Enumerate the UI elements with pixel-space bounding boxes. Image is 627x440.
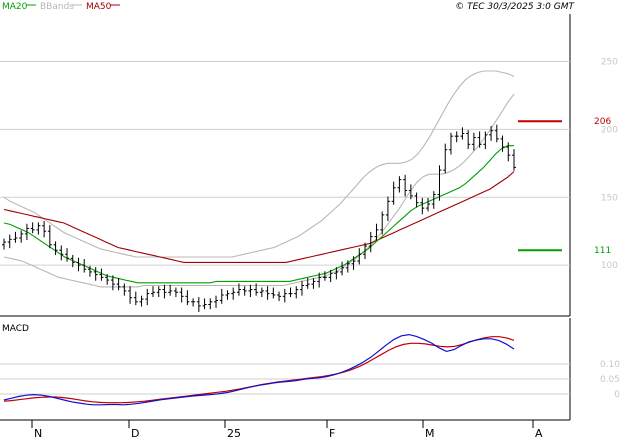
price-bar: [271, 287, 276, 299]
legend-ma20-label: MA20: [2, 2, 28, 12]
price-bar: [214, 295, 219, 308]
x-tick-label-1: D: [131, 427, 139, 440]
macd-y-tick-label-0: 0: [614, 390, 620, 400]
price-bar: [139, 295, 144, 307]
marker-label-1: 111: [594, 246, 611, 256]
price-bar: [65, 248, 70, 262]
price-bar: [185, 290, 190, 306]
price-bar: [225, 290, 230, 300]
main-gridlines: [0, 61, 570, 266]
legend-ma50-label: MA50: [86, 2, 112, 12]
price-bar: [311, 278, 316, 289]
price-bar: [116, 278, 121, 291]
y-tick-label-150: 150: [601, 193, 618, 203]
price-bar: [19, 230, 24, 243]
price-bar: [242, 286, 247, 296]
price-bar: [299, 280, 304, 296]
price-bar: [471, 132, 476, 151]
price-bar: [380, 211, 385, 235]
bollinger-bands: [3, 70, 515, 288]
copyright-text: © TEC 30/3/2025 3:0 GMT: [455, 2, 575, 12]
price-bar: [231, 287, 236, 300]
macd-y-tick-label-2: 0.10: [600, 360, 620, 370]
price-bar: [420, 197, 425, 215]
price-bar: [426, 197, 431, 212]
marker-label-0: 206: [594, 117, 611, 127]
moving-averages: [3, 145, 515, 284]
price-bar: [277, 291, 282, 302]
price-bar: [385, 196, 390, 222]
chart-legend: MA20 BBands MA50: [2, 2, 120, 12]
price-bar: [162, 284, 167, 299]
price-bar: [36, 222, 41, 235]
price-bar: [150, 286, 155, 298]
x-tick-label-3: F: [329, 427, 335, 440]
price-bar: [294, 286, 299, 299]
price-bar: [42, 221, 47, 238]
time-axis: N D 25 F M A: [31, 420, 543, 440]
price-bar: [454, 131, 459, 143]
price-bar: [443, 143, 448, 174]
x-tick-label-4: M: [425, 427, 435, 440]
price-bar: [506, 142, 511, 162]
price-bar: [288, 287, 293, 298]
price-bar: [466, 130, 471, 150]
price-bar: [30, 222, 35, 234]
price-bar: [494, 124, 499, 143]
x-tick-label-5: A: [535, 427, 543, 440]
price-bar: [259, 287, 264, 298]
price-bar: [47, 225, 52, 249]
macd-gridlines: [0, 363, 570, 395]
legend-bbands-label: BBands: [40, 2, 74, 12]
ma50-line: [3, 171, 515, 263]
price-bar: [145, 288, 150, 306]
price-bar: [133, 291, 138, 306]
x-tick-label-2: 25: [227, 427, 241, 440]
price-bars: [2, 124, 516, 312]
price-bar: [208, 298, 213, 310]
price-bar: [403, 174, 408, 197]
stock-chart: MA20 BBands MA50 © TEC 30/3/2025 3:0 GMT…: [0, 2, 627, 440]
price-bar: [202, 298, 207, 310]
price-bar: [13, 231, 18, 243]
macd-y-tick-label-1: 0.05: [600, 375, 620, 385]
price-bar: [128, 286, 133, 304]
price-bar: [156, 286, 161, 298]
y-tick-label-250: 250: [601, 58, 618, 68]
price-bar: [282, 288, 287, 303]
price-bar: [196, 297, 201, 312]
price-bar: [93, 267, 98, 281]
macd-title: MACD: [2, 324, 29, 334]
y-tick-label-100: 100: [601, 261, 618, 271]
price-bar: [76, 257, 81, 272]
price-bar: [53, 241, 58, 255]
price-bar: [437, 165, 442, 201]
price-bar: [2, 238, 6, 250]
price-bar: [173, 287, 178, 298]
price-bar: [122, 283, 127, 296]
price-bar: [219, 288, 224, 304]
price-bar: [448, 132, 453, 155]
price-bar: [191, 298, 196, 307]
price-bar: [489, 125, 494, 141]
price-bar: [248, 284, 253, 298]
price-bar: [397, 176, 402, 193]
x-tick-label-0: N: [34, 427, 42, 440]
price-bar: [512, 149, 516, 171]
price-bar: [391, 181, 396, 205]
bband-upper-line: [3, 70, 515, 258]
price-bar: [265, 286, 270, 300]
price-bar: [168, 284, 173, 296]
price-bar: [414, 192, 419, 208]
price-bar: [7, 234, 12, 249]
price-bar: [59, 245, 64, 261]
price-bar: [179, 287, 184, 303]
